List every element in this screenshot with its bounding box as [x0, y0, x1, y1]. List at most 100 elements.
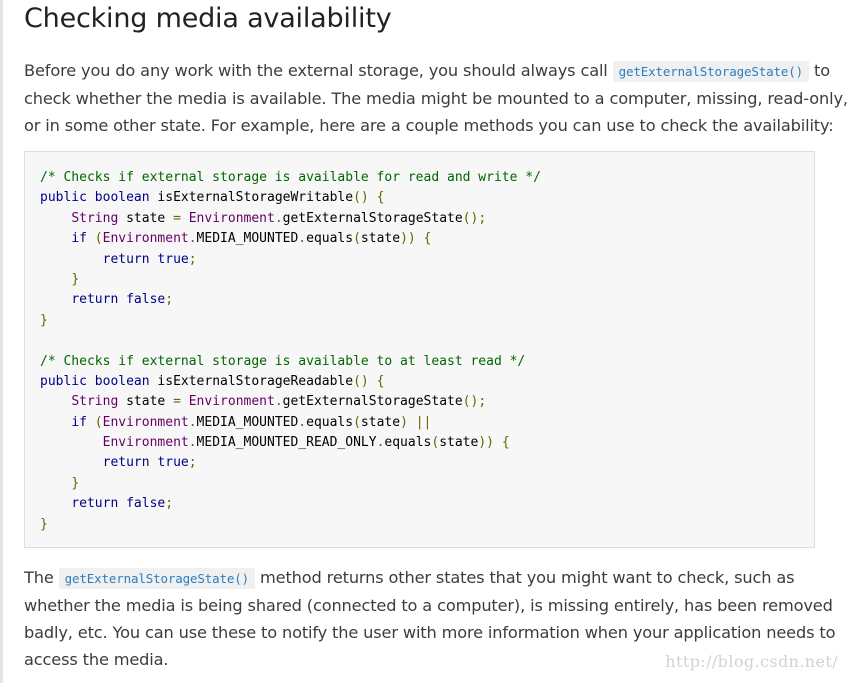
code-line: String state = Environment.getExternalSt…	[40, 392, 541, 412]
code-token: Environment	[102, 231, 189, 247]
code-line: String state = Environment.getExternalSt…	[40, 209, 541, 229]
code-token: ();	[462, 394, 487, 410]
code-token: return	[71, 292, 119, 308]
code-token: ()	[353, 373, 369, 389]
outro-line-3: badly, etc. You can use these to notify …	[24, 623, 836, 642]
code-token: ;	[165, 292, 174, 308]
code-token: Environment	[188, 394, 275, 410]
code-token: ||	[415, 414, 432, 430]
code-token: false	[126, 292, 166, 308]
code-token: /* Checks if external storage is availab…	[40, 353, 526, 369]
code-token: String	[71, 394, 119, 410]
code-token: .	[298, 414, 307, 430]
code-token: ))	[400, 231, 416, 247]
code-line: return false;	[40, 290, 541, 310]
code-token: }	[71, 475, 80, 491]
code-token: }	[40, 312, 48, 328]
code-token: .	[274, 394, 283, 410]
code-token: isExternalStorageReadable	[149, 373, 354, 389]
code-token: true	[157, 251, 189, 267]
code-token: {	[376, 373, 385, 389]
watermark: http://blog.csdn.net/	[665, 652, 838, 671]
code-token: if	[71, 231, 87, 247]
intro-line-2: check whether the media is available. Th…	[24, 89, 848, 108]
code-token: =	[173, 394, 181, 410]
code-token: .	[298, 231, 307, 247]
code-token: ;	[188, 251, 197, 267]
code-block: /* Checks if external storage is availab…	[24, 151, 815, 548]
code-line: public boolean isExternalStorageReadable…	[40, 372, 541, 392]
code-token: {	[423, 231, 432, 247]
code-token: isExternalStorageWritable	[149, 190, 354, 206]
code-token: equals	[306, 414, 354, 430]
code-token: .	[274, 210, 283, 226]
code-token: state	[118, 210, 174, 226]
code-token: ))	[478, 435, 494, 451]
code-token: =	[173, 210, 181, 226]
code-token: (	[94, 414, 103, 430]
code-token: equals	[384, 435, 432, 451]
code-token: {	[501, 435, 510, 451]
code-token: }	[40, 516, 48, 532]
code-token: String	[71, 210, 119, 226]
code-token: MEDIA_MOUNTED	[196, 231, 299, 247]
section-heading: Checking media availability	[24, 3, 392, 34]
left-border	[0, 0, 3, 683]
code-token: .	[188, 435, 197, 451]
code-token: state	[360, 231, 401, 247]
intro-line-1: Before you do any work with the external…	[24, 57, 830, 85]
code-line: }	[40, 270, 541, 290]
code-token: true	[157, 455, 189, 471]
intro-text-before: Before you do any work with the external…	[24, 61, 613, 80]
code-token: public	[40, 190, 87, 206]
inline-code[interactable]: getExternalStorageState()	[58, 568, 256, 589]
code-token: MEDIA_MOUNTED_READ_ONLY	[196, 435, 377, 451]
code-token: boolean	[94, 190, 150, 206]
code-token: .	[188, 414, 197, 430]
code-token: (	[431, 435, 440, 451]
code-token: getExternalStorageState	[282, 394, 463, 410]
code-line: Environment.MEDIA_MOUNTED_READ_ONLY.equa…	[40, 433, 541, 453]
code-token: return	[102, 455, 150, 471]
code-token: Environment	[102, 414, 189, 430]
intro-line-3: or in some other state. For example, her…	[24, 116, 834, 135]
code-line: /* Checks if external storage is availab…	[40, 352, 541, 372]
code-line: /* Checks if external storage is availab…	[40, 168, 541, 188]
code-token: .	[188, 231, 197, 247]
code-listing: /* Checks if external storage is availab…	[40, 168, 541, 535]
inline-code[interactable]: getExternalStorageState()	[612, 61, 810, 82]
code-line: return false;	[40, 494, 541, 514]
code-token: return	[71, 496, 119, 512]
code-line: public boolean isExternalStorageWritable…	[40, 188, 541, 208]
code-token: boolean	[94, 373, 150, 389]
intro-text-after: to	[809, 61, 831, 80]
outro-text-before: The	[24, 568, 59, 587]
code-line: }	[40, 311, 541, 331]
code-token: )	[400, 414, 408, 430]
code-token: /* Checks if external storage is availab…	[40, 170, 541, 185]
code-token: Environment	[102, 435, 189, 451]
code-token: ();	[462, 210, 487, 226]
code-line: }	[40, 515, 541, 535]
code-token: state	[118, 394, 174, 410]
code-token: return	[102, 251, 150, 267]
code-token: state	[439, 435, 479, 451]
code-line: return true;	[40, 250, 541, 270]
